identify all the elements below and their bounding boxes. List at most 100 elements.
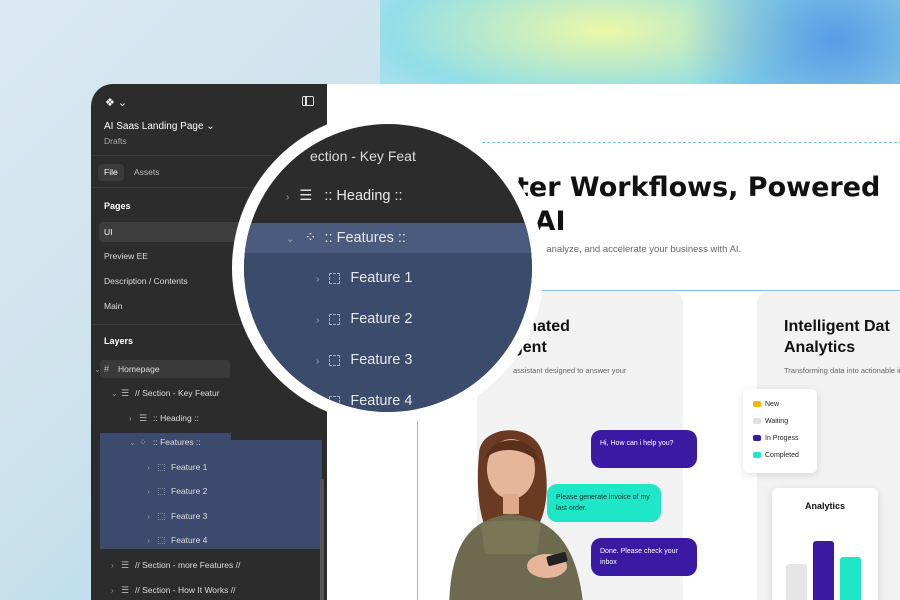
frame-dashed-icon <box>329 313 341 325</box>
layer-heading[interactable]: › ☰:: Heading :: <box>129 406 199 430</box>
pages-heading: Pages <box>104 201 131 211</box>
layer-label: :: Heading :: <box>153 413 199 423</box>
frame-dashed-icon: ⬚ <box>157 535 166 545</box>
section-icon: ☰ <box>121 585 130 595</box>
section-icon: ☰ <box>121 560 130 570</box>
layer-label: :: Features :: <box>153 437 201 447</box>
layer-feature-2[interactable]: › ⬚ Feature 2 <box>147 479 207 503</box>
mag-label: Feature 3 <box>350 352 413 368</box>
component-icon: ⁘ <box>304 230 317 246</box>
guide-line <box>432 142 900 143</box>
layers-heading: Layers <box>104 336 134 346</box>
section-icon: ☰ <box>139 413 148 423</box>
mag-label: Feature 2 <box>350 311 413 327</box>
mag-label: Feature 1 <box>350 270 413 286</box>
figma-logo-icon[interactable]: ❖ ⌄ <box>105 96 127 109</box>
mag-layer-heading[interactable]: › ☰:: Heading :: <box>286 188 403 204</box>
layer-section-more-features[interactable]: › ☰ // Section - more Features // <box>111 553 240 577</box>
status-swatch <box>753 401 761 408</box>
chevron-right-icon[interactable]: › <box>316 274 319 285</box>
mag-layer-feature-2[interactable]: › Feature 2 <box>316 311 412 327</box>
layer-label: Feature 3 <box>171 511 208 521</box>
layer-feature-4[interactable]: › ⬚ Feature 4 <box>147 528 207 552</box>
layer-feature-3[interactable]: › ⬚ Feature 3 <box>147 504 207 528</box>
status-swatch <box>753 452 761 459</box>
status-swatch <box>753 435 761 442</box>
status-label: Completed <box>765 452 799 459</box>
frame-dashed-icon: ⬚ <box>157 462 166 472</box>
tab-file[interactable]: File <box>98 164 124 181</box>
status-legend-card: New Waiting In Progess Completed <box>743 389 817 473</box>
chevron-right-icon[interactable]: › <box>316 397 319 408</box>
layer-label: Homepage <box>118 364 160 374</box>
layer-feature-1[interactable]: › ⬚ Feature 1 <box>147 455 207 479</box>
mag-label: :: Features :: <box>324 230 406 246</box>
mag-layer-feature-1[interactable]: › Feature 1 <box>316 270 412 286</box>
layer-label: Feature 1 <box>171 462 208 472</box>
hero-heading-line1: ter Workflows, Powered <box>516 172 881 203</box>
frame-dashed-icon <box>329 395 341 407</box>
frame-dashed-icon <box>329 354 341 366</box>
status-swatch <box>753 418 761 425</box>
chevron-right-icon[interactable]: › <box>316 356 319 367</box>
chevron-right-icon[interactable]: › <box>147 456 157 480</box>
analytics-card: Analytics <box>772 488 878 600</box>
chevron-right-icon[interactable]: › <box>129 407 139 431</box>
card2-title-line2: Analytics <box>784 339 856 356</box>
frame-dashed-icon: ⬚ <box>157 486 166 496</box>
tab-assets[interactable]: Assets <box>128 164 166 181</box>
card2-title-line1: Intelligent Dat <box>784 318 890 335</box>
magnifier-lens: ection - Key Feat › ☰:: Heading :: ⌄ ⁘:: F… <box>244 124 532 412</box>
mag-label: :: Heading :: <box>324 188 403 204</box>
card2-description: Transforming data into actionable in <box>784 366 900 375</box>
section-icon: ☰ <box>299 188 313 204</box>
analytics-bars <box>786 528 866 600</box>
section-icon: ☰ <box>121 388 130 398</box>
analytics-bar <box>813 541 834 600</box>
status-completed: Completed <box>753 452 799 459</box>
chevron-right-icon[interactable]: › <box>111 554 121 578</box>
chevron-down-icon[interactable]: ⌄ <box>94 358 104 382</box>
status-label: Waiting <box>765 418 789 425</box>
status-label: In Progess <box>765 435 799 442</box>
project-title[interactable]: AI Saas Landing Page ⌄ <box>104 121 215 132</box>
status-in-progress: In Progess <box>753 435 798 442</box>
layer-section-how-it-works[interactable]: › ☰ // Section - How It Works // <box>111 578 235 600</box>
layer-label: Feature 4 <box>171 535 208 545</box>
chevron-down-icon[interactable]: ⌄ <box>111 382 121 406</box>
chevron-right-icon[interactable]: › <box>147 505 157 529</box>
chevron-right-icon[interactable]: › <box>147 529 157 553</box>
chat-bubble-user-request: Please generate invoice of my last order… <box>547 484 661 522</box>
mag-layer-feature-3[interactable]: › Feature 3 <box>316 352 412 368</box>
status-waiting: Waiting <box>753 418 788 425</box>
layer-label: // Section - more Features // <box>135 560 241 570</box>
layer-homepage[interactable]: ⌄ # Homepage <box>94 357 160 381</box>
chevron-right-icon[interactable]: › <box>111 579 121 600</box>
component-icon: ⁘ <box>139 437 147 447</box>
layer-features[interactable]: ⌄ ⁘:: Features :: <box>129 430 201 454</box>
panel-toggle-icon[interactable] <box>302 96 314 106</box>
status-new: New <box>753 401 779 408</box>
chevron-right-icon[interactable]: › <box>316 315 319 326</box>
chevron-down-icon[interactable]: ⌄ <box>286 234 294 245</box>
frame-dashed-icon <box>329 272 341 284</box>
chevron-right-icon[interactable]: › <box>286 192 289 203</box>
mag-layer-features[interactable]: ⌄ ⁘:: Features :: <box>286 230 406 246</box>
layer-section-key-features[interactable]: ⌄ ☰ // Section - Key Featur <box>111 381 220 405</box>
sidebar-fill <box>231 420 327 440</box>
analytics-bar <box>786 564 807 600</box>
mag-label: Feature 4 <box>350 393 413 409</box>
layer-label: // Section - Key Featur <box>135 388 220 398</box>
layer-label: Feature 2 <box>171 486 208 496</box>
chevron-right-icon[interactable]: › <box>147 480 157 504</box>
frame-dashed-icon: ⬚ <box>157 511 166 521</box>
project-location: Drafts <box>104 136 127 146</box>
mag-layer-feature-4[interactable]: › Feature 4 <box>316 393 412 409</box>
frame-icon: # <box>104 364 110 374</box>
chevron-down-icon[interactable]: ⌄ <box>129 431 139 455</box>
layer-label: // Section - How It Works // <box>135 585 236 595</box>
analytics-bar <box>840 557 861 600</box>
chat-bubble-assistant-done: Done. Please check your inbox <box>591 538 697 576</box>
layers-scrollbar[interactable] <box>320 479 324 600</box>
status-label: New <box>765 401 780 408</box>
